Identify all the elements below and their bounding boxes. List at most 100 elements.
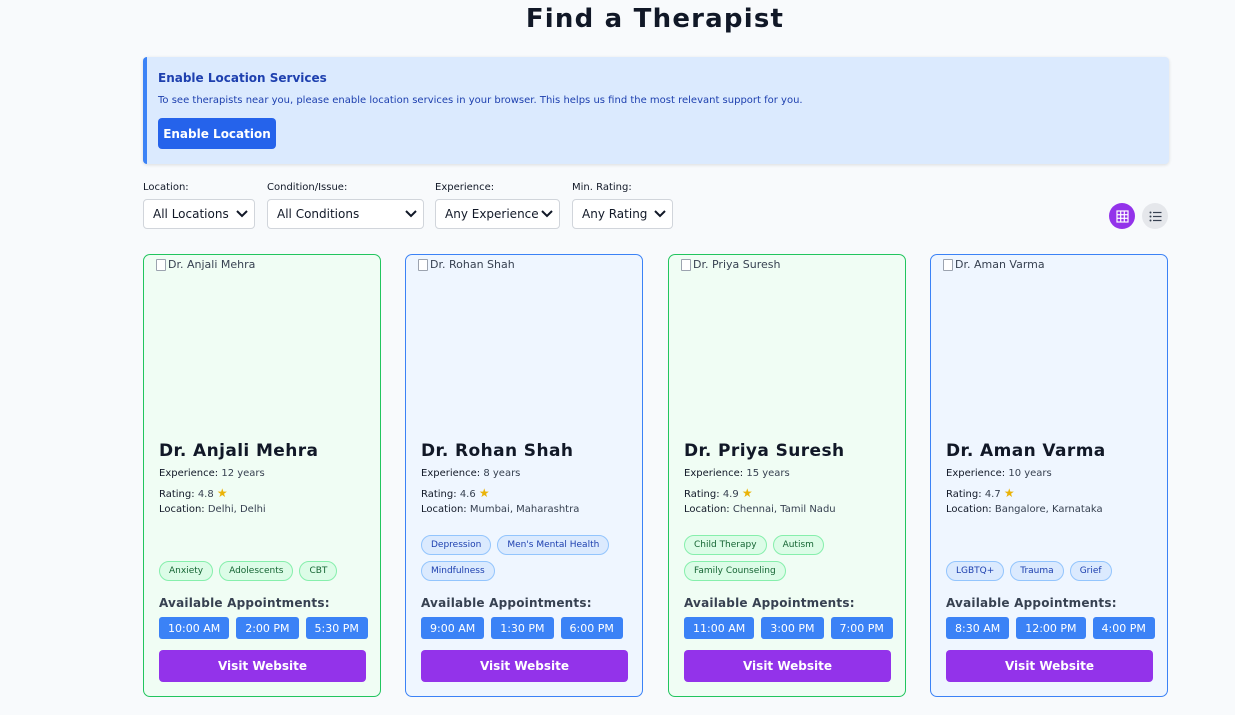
tag: Trauma — [1010, 561, 1064, 581]
time-slot-button[interactable]: 2:00 PM — [236, 617, 299, 639]
time-slot-button[interactable]: 4:00 PM — [1092, 617, 1155, 639]
time-slot-button[interactable]: 8:30 AM — [946, 617, 1010, 639]
appointments-heading: Available Appointments: — [159, 596, 330, 610]
tag: Child Therapy — [684, 535, 767, 555]
filter-label: Condition/Issue: — [267, 182, 348, 193]
chevron-down-icon — [541, 210, 553, 218]
tag-list: Anxiety Adolescents CBT — [159, 533, 369, 581]
location-line: Location: Mumbai, Maharashtra — [421, 504, 580, 515]
time-slot-button[interactable]: 1:30 PM — [491, 617, 554, 639]
broken-image-icon — [943, 258, 953, 271]
image-alt-text: Dr. Aman Varma — [955, 258, 1045, 271]
tag: Adolescents — [219, 561, 294, 581]
image-alt-text: Dr. Rohan Shah — [430, 258, 515, 271]
visit-website-button[interactable]: Visit Website — [159, 650, 366, 682]
tag: Men's Mental Health — [497, 535, 610, 555]
list-view-button[interactable] — [1142, 203, 1168, 229]
tag: CBT — [299, 561, 338, 581]
banner-text: To see therapists near you, please enabl… — [158, 95, 803, 106]
star-icon: ★ — [1003, 486, 1015, 500]
therapist-card: Dr. Anjali Mehra Dr. Anjali Mehra Experi… — [143, 254, 381, 697]
slot-list: 9:00 AM 1:30 PM 6:00 PM — [421, 617, 623, 639]
therapist-name: Dr. Aman Varma — [946, 441, 1106, 461]
therapist-photo: Dr. Anjali Mehra — [156, 258, 255, 271]
time-slot-button[interactable]: 9:00 AM — [421, 617, 485, 639]
time-slot-button[interactable]: 6:00 PM — [560, 617, 623, 639]
location-select[interactable]: All Locations — [143, 199, 255, 229]
experience-select[interactable]: Any Experience — [435, 199, 560, 229]
tag-list: LGBTQ+ Trauma Grief — [946, 533, 1156, 581]
select-value: Any Experience — [445, 207, 539, 221]
list-icon — [1149, 211, 1161, 221]
filter-location: Location: All Locations — [143, 182, 255, 229]
chevron-down-icon — [405, 210, 417, 218]
star-icon: ★ — [478, 486, 490, 500]
enable-location-button[interactable]: Enable Location — [158, 118, 276, 149]
location-banner: Enable Location Services To see therapis… — [143, 57, 1169, 164]
filter-label: Location: — [143, 182, 189, 193]
visit-website-button[interactable]: Visit Website — [946, 650, 1153, 682]
select-value: All Conditions — [277, 207, 360, 221]
appointments-heading: Available Appointments: — [946, 596, 1117, 610]
broken-image-icon — [156, 258, 166, 271]
therapist-card: Dr. Rohan Shah Dr. Rohan Shah Experience… — [405, 254, 643, 697]
select-value: Any Rating — [582, 207, 648, 221]
therapist-name: Dr. Anjali Mehra — [159, 441, 319, 461]
select-value: All Locations — [153, 207, 229, 221]
rating-line: Rating: 4.6 ★ — [421, 486, 490, 500]
chevron-down-icon — [654, 210, 666, 218]
location-line: Location: Bangalore, Karnataka — [946, 504, 1103, 515]
experience-line: Experience: 15 years — [684, 468, 790, 479]
rating-select[interactable]: Any Rating — [572, 199, 673, 229]
filter-experience: Experience: Any Experience — [435, 182, 560, 229]
therapist-name: Dr. Priya Suresh — [684, 441, 845, 461]
slot-list: 8:30 AM 12:00 PM 4:00 PM — [946, 617, 1155, 639]
therapist-photo: Dr. Aman Varma — [943, 258, 1045, 271]
star-icon: ★ — [216, 486, 228, 500]
therapist-photo: Dr. Priya Suresh — [681, 258, 780, 271]
image-alt-text: Dr. Anjali Mehra — [168, 258, 256, 271]
experience-line: Experience: 10 years — [946, 468, 1052, 479]
visit-website-button[interactable]: Visit Website — [684, 650, 891, 682]
location-line: Location: Delhi, Delhi — [159, 504, 266, 515]
time-slot-button[interactable]: 3:00 PM — [761, 617, 824, 639]
grid-view-button[interactable] — [1109, 203, 1135, 229]
appointments-heading: Available Appointments: — [684, 596, 855, 610]
filter-rating: Min. Rating: Any Rating — [572, 182, 673, 229]
therapist-name: Dr. Rohan Shah — [421, 441, 574, 461]
tag-list: Child Therapy Autism Family Counseling — [684, 533, 894, 581]
experience-line: Experience: 8 years — [421, 468, 521, 479]
grid-icon — [1115, 209, 1129, 223]
image-alt-text: Dr. Priya Suresh — [693, 258, 781, 271]
rating-line: Rating: 4.7 ★ — [946, 486, 1015, 500]
appointments-heading: Available Appointments: — [421, 596, 592, 610]
tag: Family Counseling — [684, 561, 786, 581]
rating-line: Rating: 4.9 ★ — [684, 486, 753, 500]
tag: Grief — [1069, 561, 1112, 581]
tag: Anxiety — [159, 561, 214, 581]
therapist-card: Dr. Priya Suresh Dr. Priya Suresh Experi… — [668, 254, 906, 697]
filter-label: Min. Rating: — [572, 182, 632, 193]
rating-line: Rating: 4.8 ★ — [159, 486, 228, 500]
visit-website-button[interactable]: Visit Website — [421, 650, 628, 682]
time-slot-button[interactable]: 10:00 AM — [159, 617, 230, 639]
tag: LGBTQ+ — [946, 561, 1005, 581]
therapist-photo: Dr. Rohan Shah — [418, 258, 515, 271]
slot-list: 11:00 AM 3:00 PM 7:00 PM — [684, 617, 893, 639]
banner-title: Enable Location Services — [158, 71, 327, 85]
experience-line: Experience: 12 years — [159, 468, 265, 479]
time-slot-button[interactable]: 12:00 PM — [1016, 617, 1086, 639]
broken-image-icon — [418, 258, 428, 271]
tag: Depression — [421, 535, 492, 555]
tag: Autism — [772, 535, 824, 555]
time-slot-button[interactable]: 5:30 PM — [305, 617, 368, 639]
page-title: Find a Therapist — [525, 4, 785, 34]
therapist-card: Dr. Aman Varma Dr. Aman Varma Experience… — [930, 254, 1168, 697]
condition-select[interactable]: All Conditions — [267, 199, 424, 229]
time-slot-button[interactable]: 11:00 AM — [684, 617, 755, 639]
location-line: Location: Chennai, Tamil Nadu — [684, 504, 836, 515]
tag-list: Depression Men's Mental Health Mindfulne… — [421, 533, 631, 581]
star-icon: ★ — [741, 486, 753, 500]
time-slot-button[interactable]: 7:00 PM — [830, 617, 893, 639]
slot-list: 10:00 AM 2:00 PM 5:30 PM — [159, 617, 368, 639]
